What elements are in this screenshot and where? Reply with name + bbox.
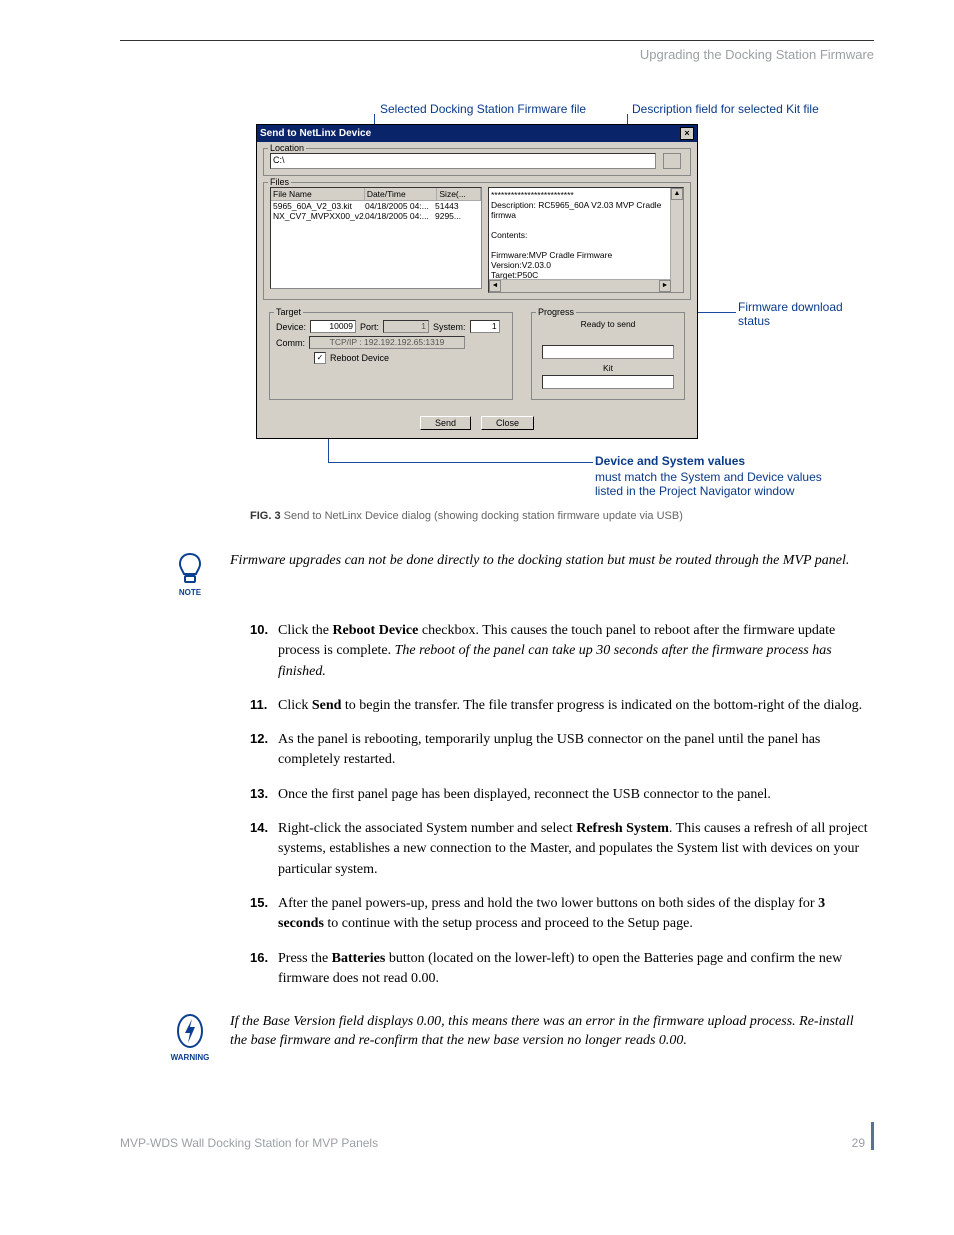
section-header: Upgrading the Docking Station Firmware bbox=[120, 47, 874, 62]
step-12: 12.As the panel is rebooting, temporaril… bbox=[250, 730, 874, 771]
device-input[interactable]: 10009 bbox=[310, 320, 356, 333]
file-list[interactable]: File Name Date/Time Size(... 5965_60A_V2… bbox=[270, 187, 482, 289]
browse-button[interactable] bbox=[663, 153, 681, 169]
port-input: 1 bbox=[383, 320, 429, 333]
step-16: 16.Press the Batteries button (located o… bbox=[250, 949, 874, 990]
footer-title: MVP-WDS Wall Docking Station for MVP Pan… bbox=[120, 1136, 378, 1150]
comm-display: TCP/IP : 192.192.192.65:1319 bbox=[309, 336, 465, 349]
warning-text: If the Base Version field displays 0.00,… bbox=[230, 1013, 874, 1062]
step-15: 15.After the panel powers-up, press and … bbox=[250, 894, 874, 935]
page-number: 29 bbox=[852, 1122, 874, 1150]
annotation-device-values-header: Device and System values bbox=[595, 454, 745, 468]
note-callout: NOTE Firmware upgrades can not be done d… bbox=[170, 552, 874, 597]
scroll-left-icon[interactable]: ◄ bbox=[489, 280, 501, 292]
annotation-description-field: Description field for selected Kit file bbox=[632, 102, 819, 116]
note-text: Firmware upgrades can not be done direct… bbox=[230, 552, 874, 597]
close-button[interactable]: Close bbox=[481, 416, 534, 430]
note-icon: NOTE bbox=[170, 552, 210, 597]
progress-bar-kit bbox=[542, 375, 674, 389]
annotation-selected-firmware: Selected Docking Station Firmware file bbox=[380, 102, 586, 116]
col-datetime[interactable]: Date/Time bbox=[365, 188, 438, 200]
files-group: Files File Name Date/Time Size(... 5965_… bbox=[263, 182, 691, 300]
progress-group: Progress Ready to send Kit bbox=[531, 312, 685, 400]
system-input[interactable]: 1 bbox=[470, 320, 500, 333]
annotation-device-values-2: listed in the Project Navigator window bbox=[595, 484, 794, 498]
figure-3: Selected Docking Station Firmware file D… bbox=[250, 102, 870, 502]
step-14: 14.Right-click the associated System num… bbox=[250, 819, 874, 880]
step-11: 11.Click Send to begin the transfer. The… bbox=[250, 696, 874, 716]
send-to-netlinx-dialog: Send to NetLinx Device × Location C:\ Fi… bbox=[256, 124, 698, 439]
send-button[interactable]: Send bbox=[420, 416, 471, 430]
step-13: 13.Once the first panel page has been di… bbox=[250, 785, 874, 805]
scroll-right-icon[interactable]: ► bbox=[659, 280, 671, 292]
target-group: Target Device: 10009 Port: 1 System: 1 C… bbox=[269, 312, 513, 400]
close-icon[interactable]: × bbox=[680, 127, 694, 140]
file-row[interactable]: NX_CV7_MVPXX00_v2.... 04/18/2005 04:... … bbox=[271, 211, 481, 221]
scroll-up-icon[interactable]: ▲ bbox=[671, 188, 683, 200]
reboot-checkbox[interactable]: ✓ bbox=[314, 352, 326, 364]
annotation-device-values-1: must match the System and Device values bbox=[595, 470, 822, 484]
scrollbar-vertical[interactable]: ▲ bbox=[670, 188, 683, 292]
progress-kit-label: Kit bbox=[538, 363, 678, 373]
col-size[interactable]: Size(... bbox=[437, 188, 481, 200]
dialog-title: Send to NetLinx Device bbox=[260, 128, 371, 139]
progress-bar bbox=[542, 345, 674, 359]
step-10: 10.Click the Reboot Device checkbox. Thi… bbox=[250, 621, 874, 682]
page-footer: MVP-WDS Wall Docking Station for MVP Pan… bbox=[120, 1122, 874, 1150]
scrollbar-horizontal[interactable]: ◄ ► bbox=[489, 279, 671, 292]
progress-status: Ready to send bbox=[538, 319, 678, 329]
annotation-firmware-status: Firmware download status bbox=[738, 300, 843, 328]
warning-icon: WARNING bbox=[170, 1013, 210, 1062]
figure-caption: FIG. 3 Send to NetLinx Device dialog (sh… bbox=[250, 510, 874, 522]
col-filename[interactable]: File Name bbox=[271, 188, 365, 200]
file-row[interactable]: 5965_60A_V2_03.kit 04/18/2005 04:... 514… bbox=[271, 201, 481, 211]
location-input[interactable]: C:\ bbox=[270, 153, 656, 169]
instruction-list: 10.Click the Reboot Device checkbox. Thi… bbox=[250, 621, 874, 989]
warning-callout: WARNING If the Base Version field displa… bbox=[170, 1013, 874, 1062]
location-group: Location C:\ bbox=[263, 148, 691, 176]
description-box: ************************* Description: R… bbox=[488, 187, 684, 293]
